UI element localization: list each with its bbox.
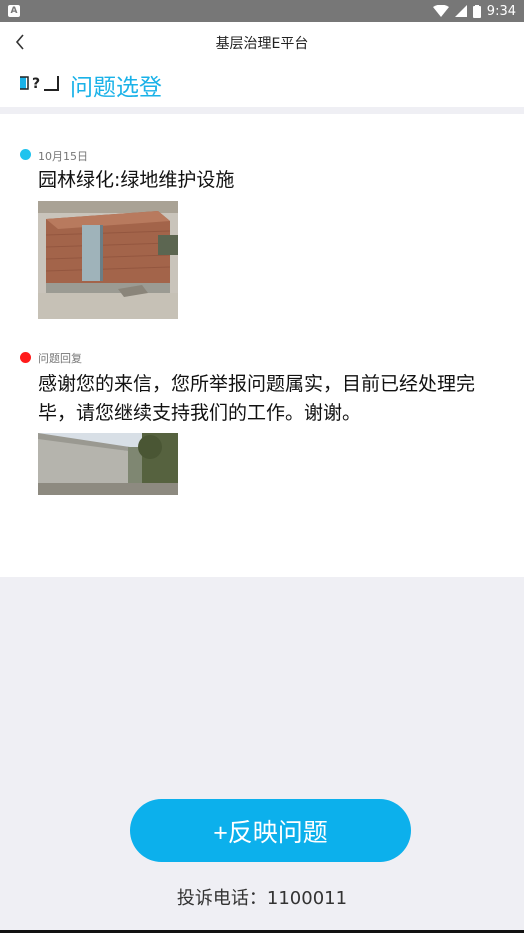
reply-label: 问题回复	[38, 352, 82, 365]
reply-dot	[20, 352, 31, 363]
notification-icon: A	[8, 5, 20, 17]
wifi-icon	[432, 5, 449, 17]
footer: +反映问题 投诉电话：1100011	[0, 577, 524, 933]
issue-dot	[20, 149, 31, 160]
issue-photo[interactable]	[38, 201, 178, 319]
svg-text:?: ?	[32, 76, 40, 92]
issue-title: 园林绿化:绿地维护设施	[38, 169, 235, 191]
reply-text: 感谢您的来信，您所举报问题属实，目前已经处理完毕，请您继续支持我们的工作。谢谢。	[38, 373, 476, 424]
section-header: ? 问题选登	[0, 62, 524, 107]
issue-date: 10月15日	[38, 150, 88, 163]
battery-icon	[472, 4, 481, 18]
page-title: 基层治理E平台	[215, 36, 309, 52]
signal-icon	[454, 5, 467, 17]
section-title: 问题选登	[70, 75, 162, 101]
status-icons: 9:34	[432, 3, 516, 19]
clock: 9:34	[486, 3, 516, 19]
complaint-phone: 投诉电话：1100011	[176, 888, 348, 909]
question-screen-icon: ?	[20, 76, 59, 92]
content-area: 10月15日 园林绿化:绿地维护设施 问题回复 感谢您的来信，您所举报问题属实，…	[0, 114, 524, 577]
title-bar: 基层治理E平台	[0, 22, 524, 62]
report-issue-button[interactable]: +反映问题	[130, 799, 411, 862]
status-bar: A 9:34	[0, 0, 524, 22]
reply-photo[interactable]	[38, 433, 178, 495]
